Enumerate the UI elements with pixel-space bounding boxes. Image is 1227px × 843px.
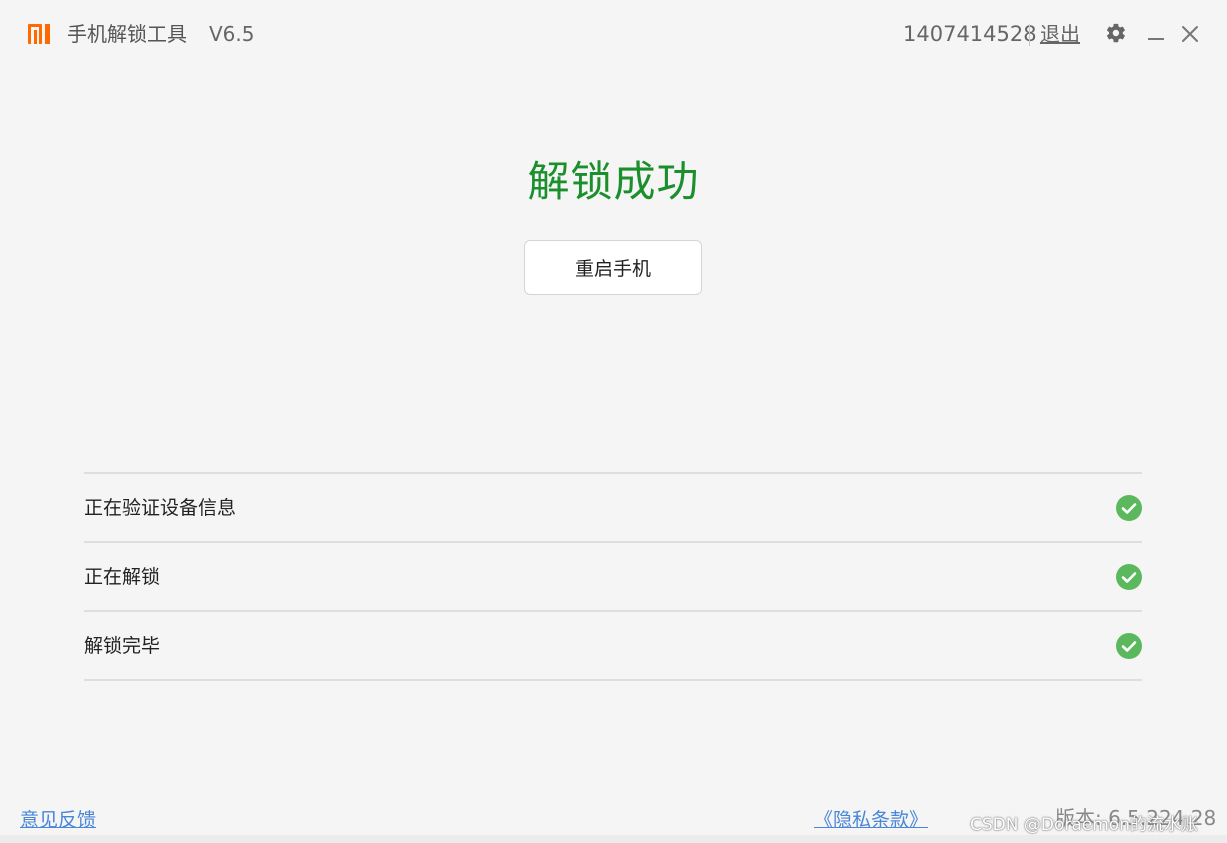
minimize-icon[interactable] xyxy=(1146,26,1166,46)
unlock-success-title: 解锁成功 xyxy=(527,157,700,206)
bottom-strip xyxy=(0,835,1227,843)
check-circle-icon xyxy=(1116,564,1142,590)
gear-icon[interactable] xyxy=(1105,22,1127,44)
mi-logo xyxy=(28,24,50,44)
logout-link[interactable]: 退出 xyxy=(1040,20,1080,48)
title-separator xyxy=(1029,24,1030,46)
check-circle-icon xyxy=(1116,633,1142,659)
app-version: V6.5 xyxy=(209,22,255,46)
feedback-link[interactable]: 意见反馈 xyxy=(20,806,96,834)
reboot-phone-button[interactable]: 重启手机 xyxy=(524,240,702,295)
account-id: 1407414528 xyxy=(903,22,1037,46)
unlock-steps-list: 正在验证设备信息 正在解锁 解锁完毕 xyxy=(84,472,1142,681)
step-label: 正在验证设备信息 xyxy=(84,497,237,519)
step-unlocking: 正在解锁 xyxy=(84,543,1142,610)
step-unlock-complete: 解锁完毕 xyxy=(84,612,1142,679)
privacy-policy-link[interactable]: 《隐私条款》 xyxy=(814,806,928,834)
step-verify-device: 正在验证设备信息 xyxy=(84,474,1142,541)
check-circle-icon xyxy=(1116,495,1142,521)
close-icon[interactable] xyxy=(1180,24,1200,44)
step-label: 解锁完毕 xyxy=(84,635,161,657)
title-bar: 手机解锁工具 V6.5 1407414528 退出 xyxy=(0,0,1227,68)
unlock-tool-window: 手机解锁工具 V6.5 1407414528 退出 解锁成功 重启手机 正在验证… xyxy=(0,0,1227,843)
step-divider xyxy=(84,679,1142,681)
app-title: 手机解锁工具 xyxy=(67,22,187,46)
step-label: 正在解锁 xyxy=(84,566,161,588)
